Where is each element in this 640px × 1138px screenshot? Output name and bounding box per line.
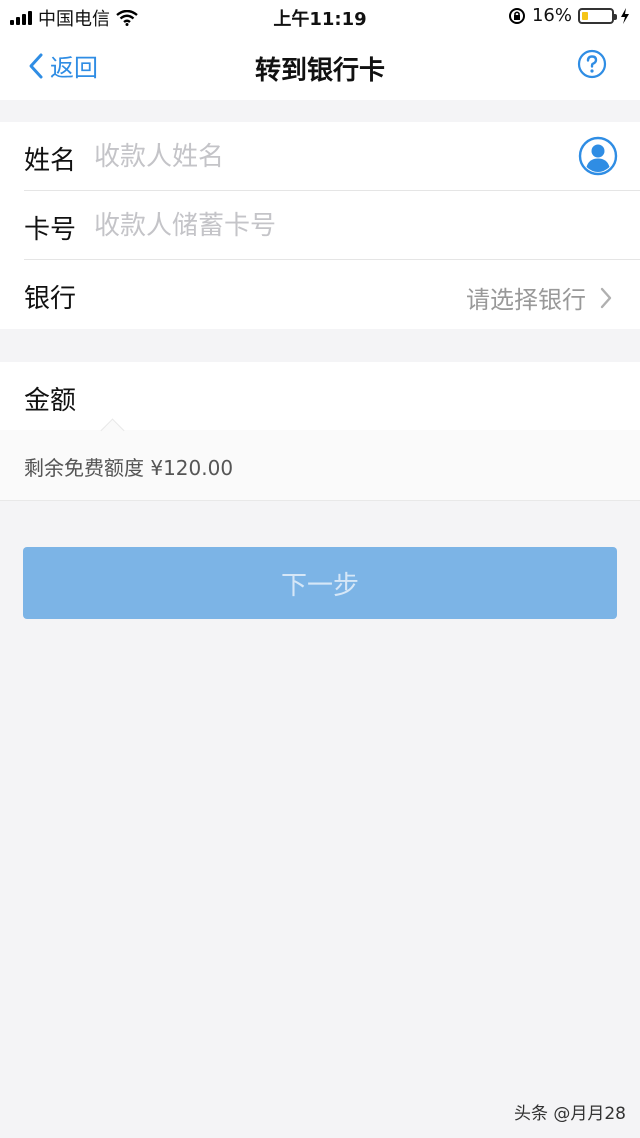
free-quota-text: 剩余免费额度 ¥120.00 (24, 456, 234, 480)
battery-icon (578, 7, 617, 24)
status-right: 16% (508, 5, 630, 26)
card-label: 卡号 (24, 215, 77, 245)
bank-row[interactable]: 银行 请选择银行 (0, 260, 640, 329)
chevron-right-icon (600, 287, 612, 308)
amount-label: 金额 (24, 386, 77, 416)
charging-icon (621, 7, 629, 24)
bank-select[interactable]: 请选择银行 (466, 280, 612, 315)
amount-row[interactable]: 金额 (0, 362, 640, 430)
battery-percent: 16% (531, 5, 572, 26)
watermark: 头条 @月月28 (513, 1104, 626, 1124)
name-label: 姓名 (24, 146, 77, 176)
bank-label: 银行 (24, 284, 77, 314)
status-bar: 中国电信 上午11:19 16% (0, 0, 640, 32)
contact-icon[interactable] (578, 136, 618, 176)
card-number-input[interactable] (92, 201, 556, 251)
page-title: 转到银行卡 (254, 56, 385, 86)
bank-placeholder: 请选择银行 (466, 286, 586, 314)
free-quota-box: 剩余免费额度 ¥120.00 (0, 430, 640, 501)
rotation-lock-icon (508, 7, 525, 24)
recipient-form: 姓名 卡号 银行 请选择银行 (0, 122, 640, 329)
card-row: 卡号 (0, 191, 640, 260)
name-row: 姓名 (0, 122, 640, 191)
nav-bar: 返回 转到银行卡 (0, 32, 640, 100)
next-button[interactable]: 下一步 (23, 547, 617, 619)
name-input[interactable] (92, 132, 556, 182)
question-circle-icon[interactable] (577, 49, 607, 79)
